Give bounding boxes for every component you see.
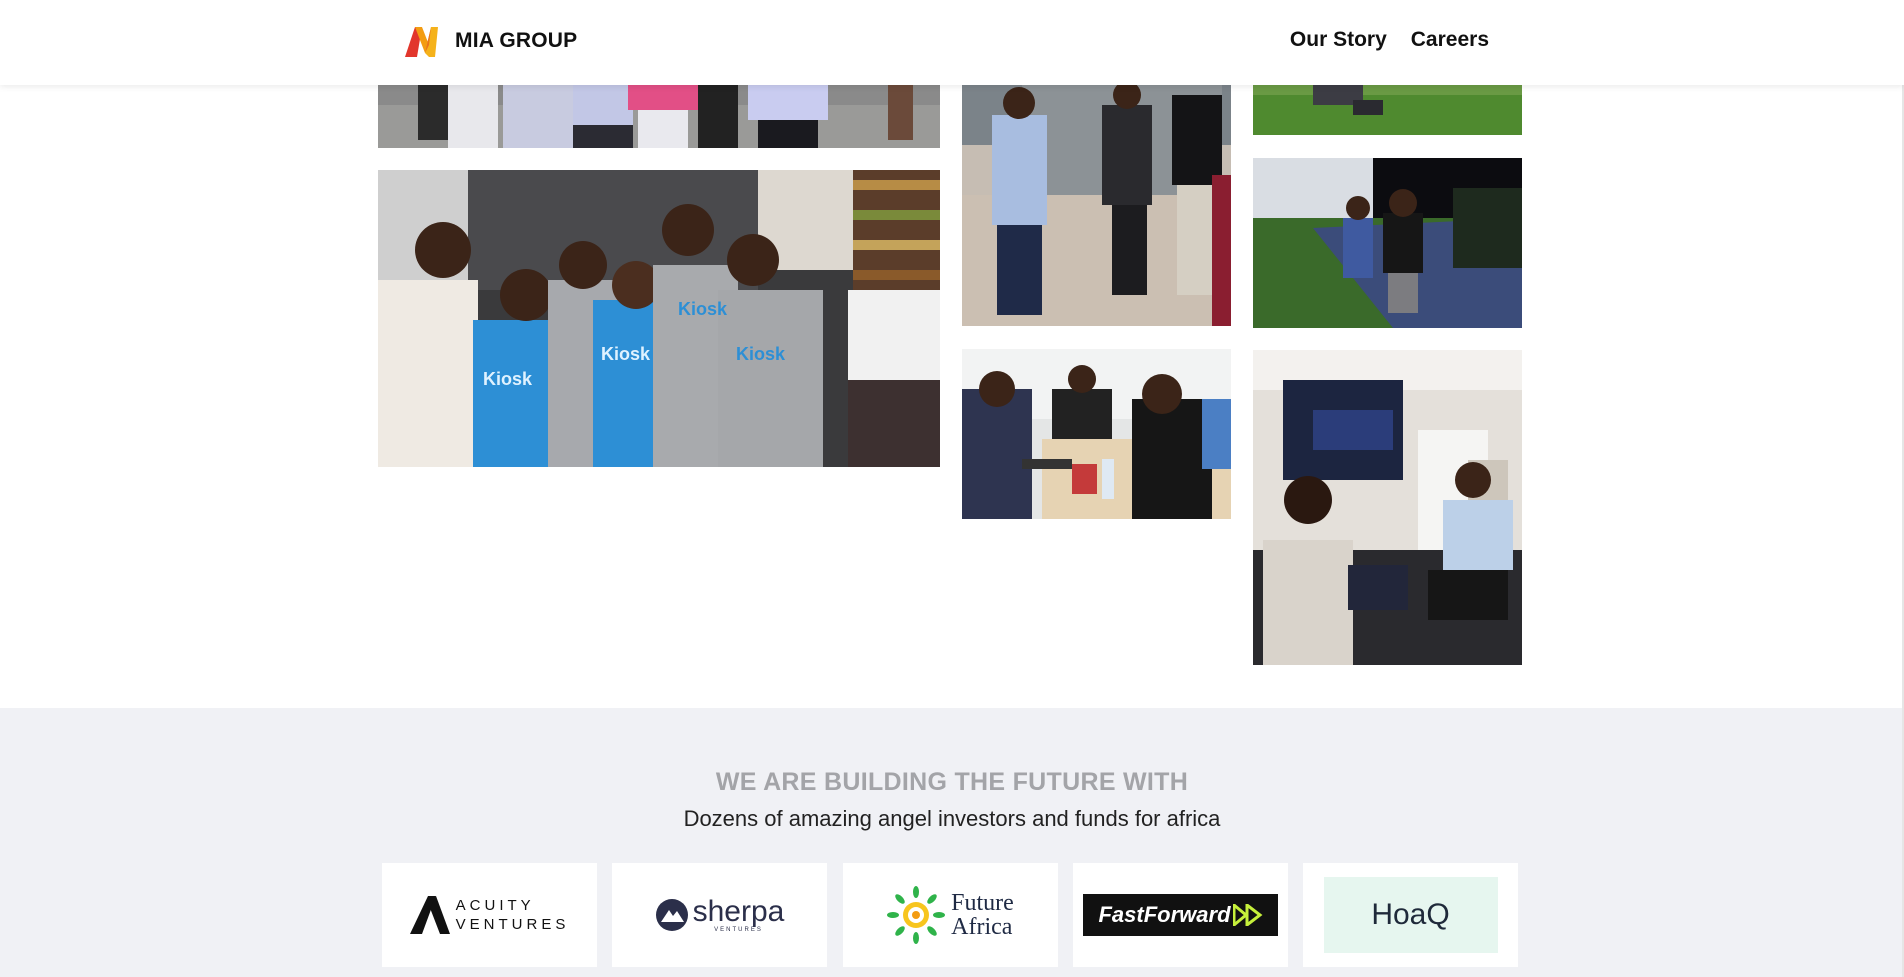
team-outdoor-top-photo	[378, 85, 940, 148]
presentation-screen-photo	[1253, 350, 1522, 665]
brand-name: MIA GROUP	[455, 29, 578, 52]
sherpa-name: sherpa	[692, 895, 785, 928]
nav-link-our-story[interactable]: Our Story	[1290, 28, 1387, 52]
svg-text:Kiosk: Kiosk	[483, 369, 533, 389]
lawn-top-photo	[1253, 85, 1522, 135]
future-africa-line1: Future	[951, 890, 1014, 916]
nav-link-careers[interactable]: Careers	[1411, 28, 1489, 52]
meeting-room-photo	[962, 349, 1231, 519]
svg-text:Kiosk: Kiosk	[678, 299, 728, 319]
investor-card-hoaq[interactable]: HoaQ	[1303, 863, 1518, 967]
svg-text:Kiosk: Kiosk	[736, 344, 786, 364]
mia-logo-icon	[405, 25, 447, 57]
main-nav: Our Story Careers	[1290, 28, 1489, 52]
svg-text:Kiosk: Kiosk	[601, 344, 651, 364]
investor-card-fastforward[interactable]: FastForward	[1073, 863, 1288, 967]
hoaq-name: HoaQ	[1371, 898, 1450, 931]
investor-card-future-africa[interactable]: Future Africa	[843, 863, 1058, 967]
investor-card-acuity[interactable]: ACUITY VENTURES	[382, 863, 597, 967]
acuity-mark-icon	[409, 896, 450, 934]
sherpa-mountain-icon	[655, 899, 688, 931]
fast-forward-icon	[1232, 904, 1262, 926]
brand-logo-link[interactable]: MIA GROUP	[405, 25, 577, 57]
fastforward-name: FastForward	[1098, 902, 1231, 927]
investors-section: WE ARE BUILDING THE FUTURE WITH Dozens o…	[0, 708, 1904, 977]
page: MIA GROUP Our Story Careers Kiosk Kiosk …	[0, 0, 1904, 977]
investors-heading: WE ARE BUILDING THE FUTURE WITH	[715, 768, 1189, 796]
investor-card-sherpa[interactable]: sherpa VENTURES	[612, 863, 827, 967]
hoaq-logo: HoaQ	[1323, 877, 1498, 953]
acuity-ventures-logo: ACUITY VENTURES	[409, 896, 570, 934]
kiosk-team-photo: Kiosk Kiosk Kiosk Kiosk	[378, 170, 940, 467]
future-africa-line2: Africa	[951, 914, 1013, 940]
acuity-line2: VENTURES	[455, 916, 570, 933]
investors-subheading: Dozens of amazing angel investors and fu…	[683, 806, 1221, 831]
site-header: MIA GROUP Our Story Careers	[0, 0, 1904, 85]
team-parking-lot-photo	[962, 85, 1231, 326]
acuity-line1: ACUITY	[455, 897, 535, 914]
future-africa-logo: Future Africa	[887, 886, 1014, 944]
sun-icon	[887, 886, 946, 944]
sherpa-ventures-logo: sherpa VENTURES	[655, 895, 785, 933]
night-dance-photo	[1253, 158, 1522, 328]
fastforward-logo: FastForward	[1083, 894, 1278, 936]
